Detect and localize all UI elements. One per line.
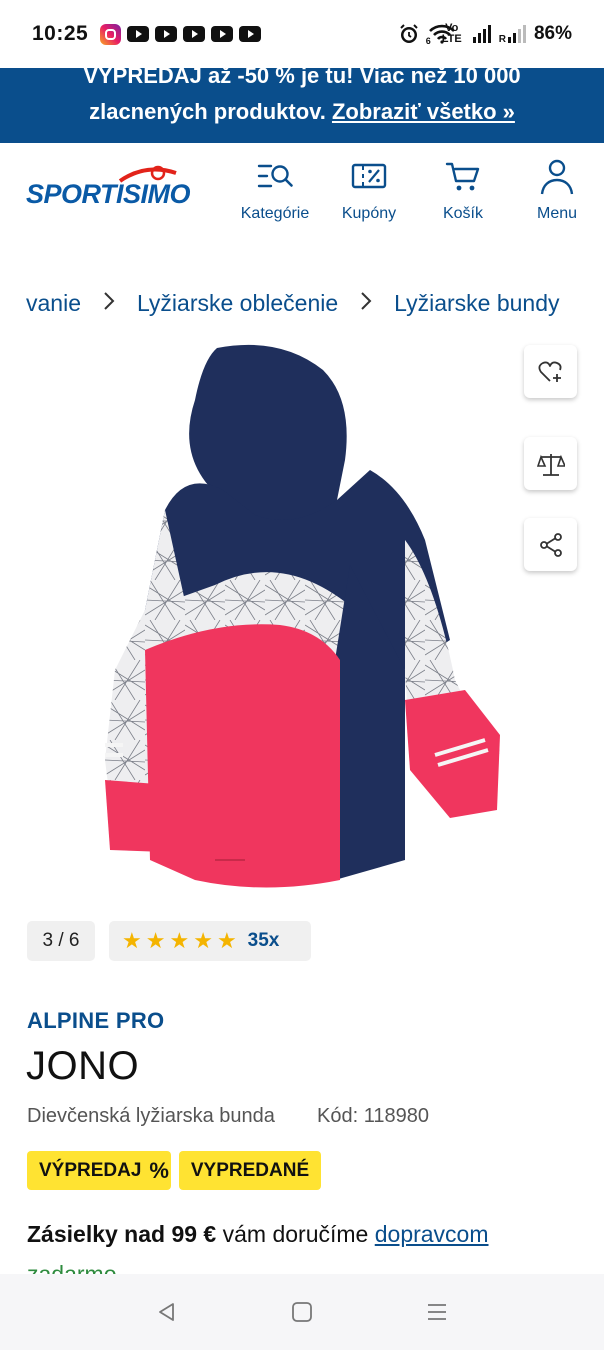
promo-show-all-link[interactable]: Zobraziť všetko » bbox=[332, 99, 515, 124]
product-code: Kód: 118980 bbox=[317, 1105, 429, 1127]
youtube-icon bbox=[239, 26, 262, 42]
sale-badge-label: VÝPREDAJ bbox=[39, 1159, 142, 1181]
youtube-icon bbox=[183, 26, 206, 42]
nav-coupons[interactable]: Kupóny bbox=[324, 157, 414, 223]
rating-badge[interactable]: ★ ★ ★ ★ ★ 35x bbox=[109, 921, 311, 961]
alarm-icon bbox=[400, 24, 418, 43]
chevron-right-icon bbox=[360, 291, 372, 317]
youtube-icon bbox=[127, 26, 150, 42]
nav-cart[interactable]: Košík bbox=[418, 157, 508, 223]
promo-subline: zlacnených produktov. Zobraziť všetko » bbox=[0, 98, 604, 126]
shipping-threshold: Zásielky nad 99 € bbox=[27, 1221, 217, 1247]
sportisimo-logo[interactable]: SPORTISIMO bbox=[26, 165, 191, 213]
product-brand[interactable]: ALPINE PRO bbox=[27, 1008, 164, 1034]
breadcrumb-item[interactable]: vanie bbox=[26, 290, 81, 317]
product-description: Dievčenská lyžiarska bunda bbox=[27, 1105, 275, 1127]
promo-headline: VÝPREDAJ až -50 % je tu! Viac než 10 000 bbox=[83, 68, 521, 88]
breadcrumb-item[interactable]: Lyžiarske bundy bbox=[394, 290, 559, 317]
recents-menu-icon bbox=[427, 1304, 446, 1320]
youtube-icon bbox=[211, 26, 234, 42]
jacket-illustration bbox=[105, 344, 500, 888]
coupon-icon bbox=[351, 163, 387, 189]
star-icon: ★ bbox=[216, 928, 237, 953]
cart-icon bbox=[445, 162, 480, 191]
home-button[interactable] bbox=[272, 1292, 332, 1332]
battery-level: 86% bbox=[533, 23, 572, 44]
breadcrumb-item[interactable]: Lyžiarske oblečenie bbox=[137, 290, 338, 317]
system-navigation-bar bbox=[0, 1274, 604, 1350]
logo-swoosh-icon bbox=[118, 165, 177, 183]
star-icon: ★ bbox=[169, 928, 190, 953]
compare-button[interactable] bbox=[524, 437, 577, 490]
signal-icon bbox=[472, 25, 491, 43]
sale-badge: VÝPREDAJ % bbox=[27, 1151, 171, 1190]
product-title: JONO bbox=[26, 1044, 140, 1088]
image-counter: 3 / 6 bbox=[27, 921, 95, 961]
share-button[interactable] bbox=[524, 518, 577, 571]
nav-categories-label: Kategórie bbox=[240, 205, 310, 222]
star-icon: ★ bbox=[145, 928, 166, 953]
nav-menu[interactable]: Menu bbox=[512, 157, 602, 223]
star-icon: ★ bbox=[193, 928, 213, 953]
sold-out-badge: VYPREDANÉ bbox=[179, 1151, 321, 1190]
rating-count: 35x bbox=[247, 930, 280, 951]
user-icon bbox=[540, 159, 574, 195]
nav-cart-label: Košík bbox=[442, 205, 483, 222]
breadcrumb: vanie Lyžiarske oblečenie Lyžiarske bund… bbox=[0, 282, 604, 326]
volte-indicator: Vo LTE bbox=[441, 22, 462, 45]
nav-coupons-label: Kupóny bbox=[341, 205, 397, 222]
product-image[interactable] bbox=[105, 340, 500, 895]
notification-icons bbox=[100, 23, 262, 45]
promo-text: zlacnených produktov. bbox=[89, 99, 326, 124]
back-button[interactable] bbox=[137, 1292, 197, 1332]
add-to-favorites-button[interactable] bbox=[524, 345, 577, 398]
chevron-right-icon bbox=[103, 291, 115, 317]
instagram-icon bbox=[100, 23, 122, 45]
scale-compare-icon bbox=[536, 453, 565, 476]
site-header: SPORTISIMO Kategórie Kupóny Košík Menu bbox=[0, 143, 604, 243]
star-icon: ★ bbox=[122, 928, 142, 953]
status-time: 10:25 bbox=[32, 22, 89, 45]
share-icon bbox=[539, 532, 562, 557]
network-type: 6 bbox=[425, 36, 431, 46]
status-bar: 10:25 6 Vo LTE R 86% bbox=[0, 0, 604, 68]
home-square-icon bbox=[292, 1302, 312, 1322]
youtube-icon bbox=[155, 26, 178, 42]
shipping-carrier-link[interactable]: dopravcom bbox=[375, 1221, 489, 1247]
nav-menu-label: Menu bbox=[536, 205, 578, 222]
back-triangle-icon bbox=[159, 1303, 175, 1321]
recents-button[interactable] bbox=[407, 1292, 467, 1332]
rating-stars: ★ ★ ★ ★ ★ bbox=[122, 928, 237, 954]
signal-icon-sim2 bbox=[507, 25, 526, 43]
system-status: 6 Vo LTE R 86% bbox=[398, 22, 572, 46]
categories-search-icon bbox=[257, 164, 293, 188]
roaming-indicator: R bbox=[498, 34, 506, 45]
nav-categories[interactable]: Kategórie bbox=[230, 157, 320, 223]
heart-plus-icon bbox=[538, 361, 561, 382]
shipping-text: vám doručíme bbox=[216, 1221, 375, 1247]
percent-icon: % bbox=[149, 1157, 169, 1183]
promo-banner[interactable]: VÝPREDAJ až -50 % je tu! Viac než 10 000… bbox=[0, 68, 604, 143]
